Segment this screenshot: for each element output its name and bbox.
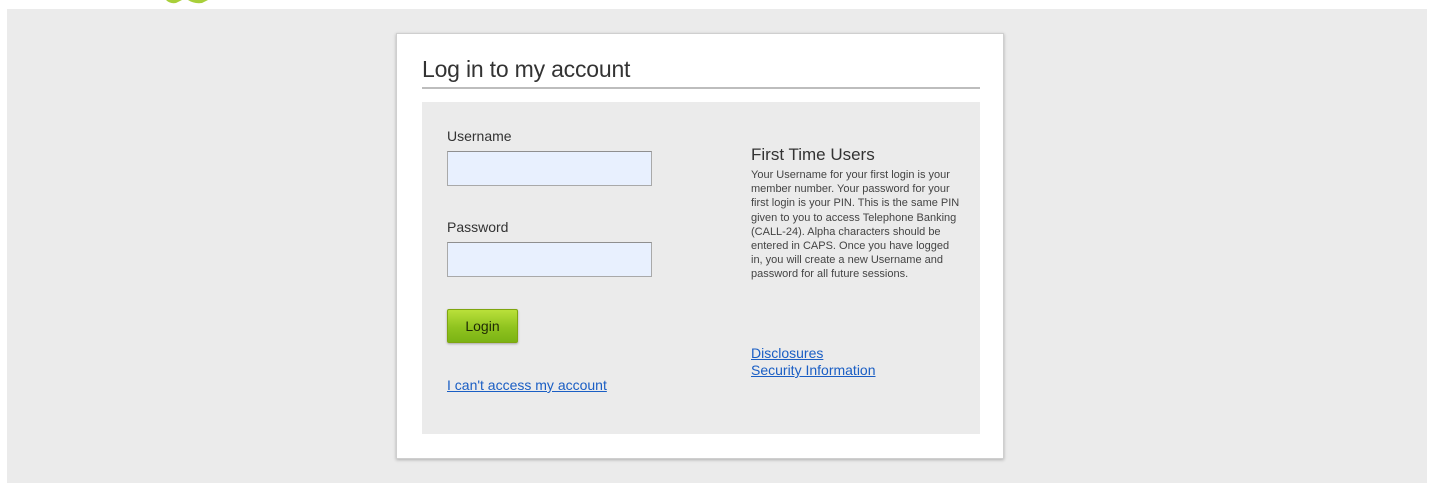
first-time-users-section: First Time Users Your Username for your … — [751, 145, 963, 282]
password-input[interactable] — [447, 242, 652, 277]
top-header-strip — [0, 0, 1430, 9]
logo-fragment-icon — [166, 0, 208, 4]
login-card: Log in to my account Username Password L… — [396, 33, 1004, 459]
title-divider — [422, 87, 980, 89]
username-label: Username — [447, 128, 512, 144]
disclosures-link[interactable]: Disclosures — [751, 345, 876, 362]
first-time-users-text: Your Username for your first login is yo… — [751, 169, 960, 281]
cant-access-account-link[interactable]: I can't access my account — [447, 377, 607, 393]
password-label: Password — [447, 219, 509, 235]
page-title: Log in to my account — [422, 56, 631, 82]
first-time-users-title: First Time Users — [751, 145, 875, 164]
login-panel: Username Password Login I can't access m… — [422, 102, 980, 434]
username-input[interactable] — [447, 151, 652, 186]
login-button[interactable]: Login — [447, 309, 518, 343]
info-links: Disclosures Security Information — [751, 345, 876, 379]
security-information-link[interactable]: Security Information — [751, 362, 876, 379]
